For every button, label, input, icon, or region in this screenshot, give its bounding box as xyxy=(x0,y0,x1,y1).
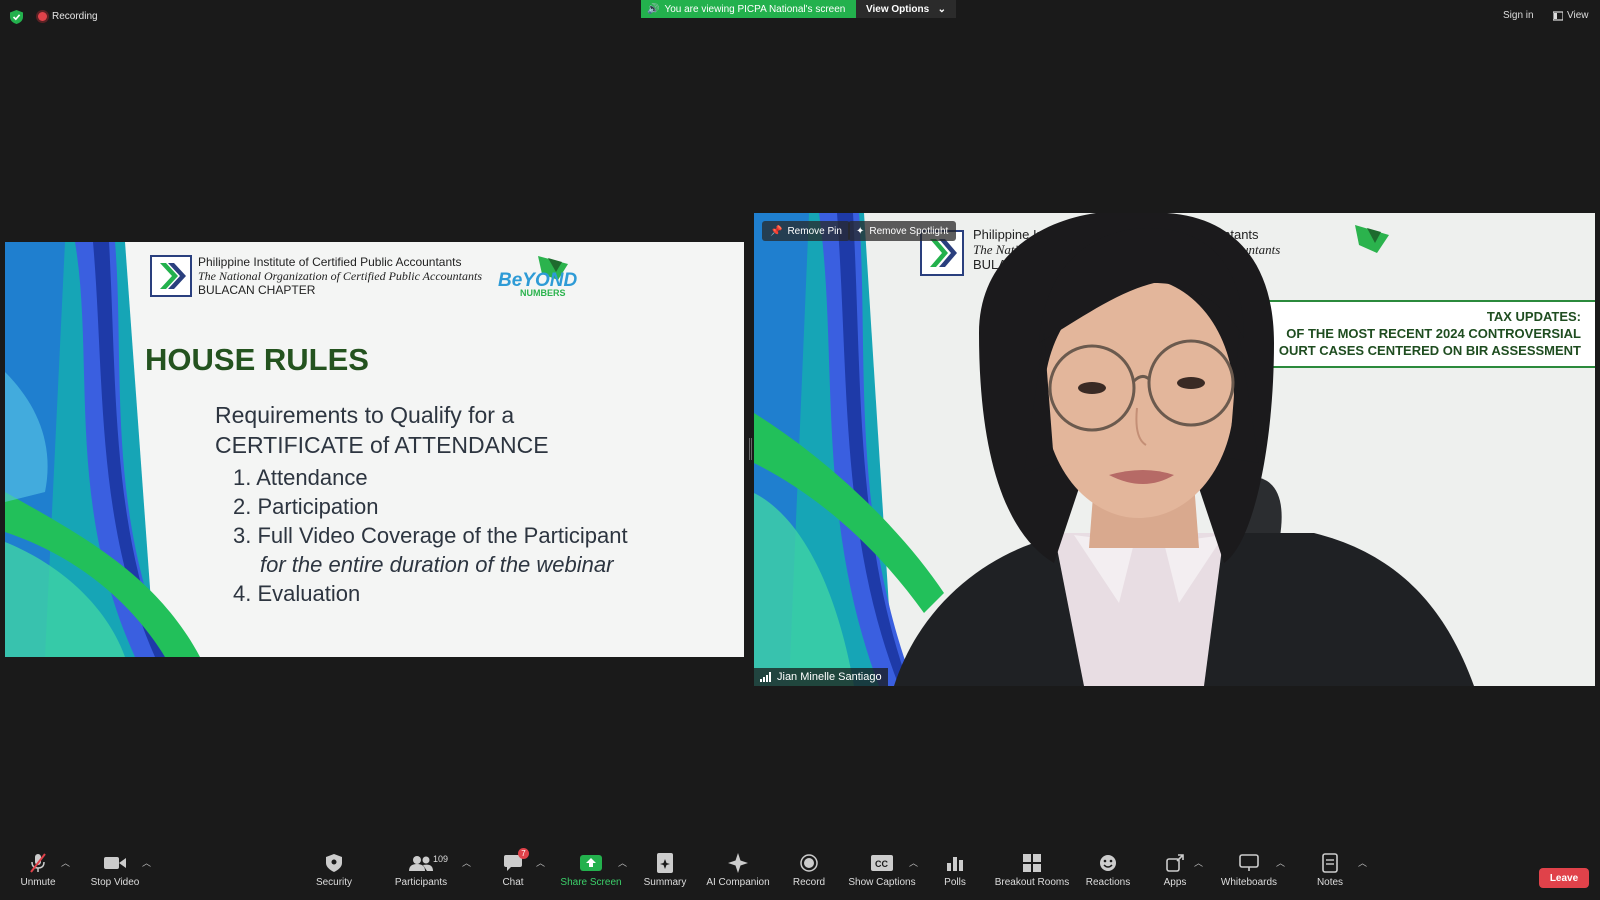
audio-options-caret-icon[interactable]: ︿ xyxy=(61,856,70,869)
speaker-person-image xyxy=(894,213,1474,686)
list-item: 3. Full Video Coverage of the Participan… xyxy=(233,523,628,548)
unmute-label: Unmute xyxy=(20,877,56,888)
spotlight-icon: ✦ xyxy=(856,225,865,237)
participants-label: Participants xyxy=(394,877,448,888)
requirements-list: 1. Attendance 2. Participation 3. Full V… xyxy=(233,463,628,608)
org-tagline: The National Organization of Certified P… xyxy=(198,269,482,283)
view-options-button[interactable]: View Options ⌄ xyxy=(856,0,956,18)
chevron-down-icon: ⌄ xyxy=(937,3,946,15)
sign-in-link[interactable]: Sign in xyxy=(1503,10,1534,21)
muted-microphone-icon xyxy=(29,852,47,874)
closed-captions-icon: CC xyxy=(871,852,893,874)
beyond-logo-subtext: NUMBERS xyxy=(520,288,566,298)
viewing-banner-text: You are viewing PICPA National's screen xyxy=(664,3,846,15)
org-name: Philippine Institute of Certified Public… xyxy=(198,255,462,269)
participants-icon: 109 xyxy=(409,852,448,874)
list-item-detail: for the entire duration of the webinar xyxy=(260,552,614,577)
list-item: 4. Evaluation xyxy=(233,581,361,606)
whiteboards-options-caret-icon[interactable]: ︿ xyxy=(1276,856,1285,869)
participant-name: Jian Minelle Santiago xyxy=(777,671,882,683)
leave-meeting-button[interactable]: Leave xyxy=(1539,868,1589,888)
notes-label: Notes xyxy=(1316,877,1344,888)
view-button[interactable]: View xyxy=(1553,10,1589,21)
polls-label: Polls xyxy=(944,877,966,888)
speaker-video-tile[interactable]: Philippine Inst The Natio BULAC Accounta… xyxy=(754,213,1595,686)
apps-options-caret-icon[interactable]: ︿ xyxy=(1194,856,1203,869)
remove-spotlight-button[interactable]: ✦ Remove Spotlight xyxy=(848,221,957,241)
recording-indicator[interactable]: Recording xyxy=(38,11,98,22)
security-label: Security xyxy=(315,877,353,888)
notes-icon xyxy=(1322,852,1338,874)
view-options-label: View Options xyxy=(866,3,930,15)
requirements-heading: Requirements to Qualify for a CERTIFICAT… xyxy=(215,400,549,460)
beyond-numbers-logo: BeYOND NUMBERS xyxy=(498,254,578,306)
share-screen-label: Share Screen xyxy=(560,877,622,888)
chat-unread-badge: 7 xyxy=(518,848,529,859)
apps-label: Apps xyxy=(1163,877,1187,888)
stop-video-label: Stop Video xyxy=(90,877,140,888)
recording-dot-icon xyxy=(38,12,47,21)
show-captions-label: Show Captions xyxy=(848,877,916,888)
list-item: 2. Participation xyxy=(233,494,379,519)
security-shield-icon xyxy=(326,852,342,874)
participants-count: 109 xyxy=(433,854,449,864)
meeting-controls-toolbar: Unmute ︿ Stop Video ︿ Security 109 Parti… xyxy=(0,848,1600,900)
requirements-line-1: Requirements to Qualify for a xyxy=(215,402,515,428)
record-icon xyxy=(800,852,818,874)
security-button[interactable]: Security xyxy=(289,852,379,888)
list-item: 1. Attendance xyxy=(233,465,368,490)
view-layout-icon xyxy=(1553,10,1563,21)
ai-companion-label: AI Companion xyxy=(706,877,770,888)
chat-bubble-icon: 7 xyxy=(504,848,529,874)
viewing-screen-banner: 🔊 You are viewing PICPA National's scree… xyxy=(641,0,856,18)
remove-spotlight-label: Remove Spotlight xyxy=(869,225,949,237)
reactions-smiley-icon xyxy=(1099,852,1117,874)
video-camera-icon xyxy=(104,852,126,874)
remove-pin-label: Remove Pin xyxy=(787,225,842,237)
notes-options-caret-icon[interactable]: ︿ xyxy=(1358,856,1367,869)
breakout-rooms-grid-icon xyxy=(1023,852,1041,874)
org-chapter: BULACAN CHAPTER xyxy=(198,283,316,297)
pin-icon: 📌 xyxy=(770,225,783,237)
split-view-divider-handle[interactable] xyxy=(749,438,752,460)
polls-bar-icon xyxy=(947,852,963,874)
ai-sparkle-icon xyxy=(728,852,748,874)
shield-check-icon[interactable] xyxy=(10,10,23,24)
summary-label: Summary xyxy=(643,877,687,888)
slide-title: HOUSE RULES xyxy=(145,342,369,377)
whiteboards-label: Whiteboards xyxy=(1220,877,1278,888)
top-bar: Recording 🔊 You are viewing PICPA Nation… xyxy=(0,0,1600,34)
participant-name-tag: Jian Minelle Santiago xyxy=(754,668,888,686)
requirements-line-2: CERTIFICATE of ATTENDANCE xyxy=(215,432,549,458)
remove-pin-button[interactable]: 📌 Remove Pin xyxy=(762,221,850,241)
chat-options-caret-icon[interactable]: ︿ xyxy=(536,856,545,869)
signal-strength-icon xyxy=(760,672,771,682)
recording-label: Recording xyxy=(52,11,98,22)
reactions-label: Reactions xyxy=(1085,877,1131,888)
chat-label: Chat xyxy=(502,877,524,888)
whiteboard-icon xyxy=(1239,852,1259,874)
share-screen-icon xyxy=(580,852,602,874)
participants-button[interactable]: 109 Participants xyxy=(376,852,466,888)
video-options-caret-icon[interactable]: ︿ xyxy=(142,856,151,869)
view-label: View xyxy=(1567,10,1589,21)
summary-icon xyxy=(657,852,673,874)
shared-screen-slide[interactable]: Philippine Institute of Certified Public… xyxy=(5,242,744,657)
record-label: Record xyxy=(792,877,826,888)
apps-icon xyxy=(1166,852,1184,874)
svg-text:CC: CC xyxy=(875,859,888,869)
breakout-rooms-label: Breakout Rooms xyxy=(994,877,1070,888)
organization-header: Philippine Institute of Certified Public… xyxy=(198,255,482,297)
picpa-logo xyxy=(150,255,192,297)
speaker-icon: 🔊 xyxy=(647,3,660,15)
